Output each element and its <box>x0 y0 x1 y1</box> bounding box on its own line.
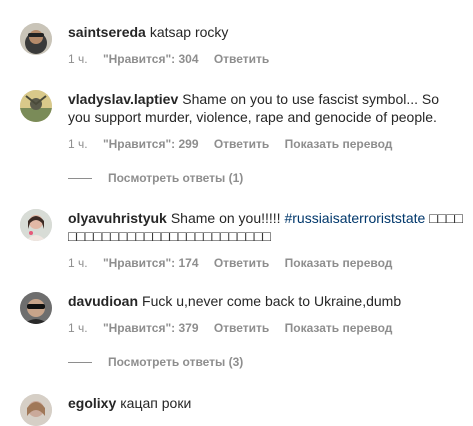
comment-text: davudioan Fuck u,never come back to Ukrai… <box>68 292 465 310</box>
replies-divider <box>68 361 92 363</box>
reply-button[interactable]: Ответить <box>214 321 269 335</box>
comment-username[interactable]: vladyslav.laptiev <box>68 91 178 107</box>
like-count[interactable]: "Нравится": 379 <box>103 321 199 335</box>
avatar[interactable] <box>20 209 52 241</box>
view-replies-label: Посмотреть ответы (1) <box>108 171 244 185</box>
view-replies-button[interactable]: Посмотреть ответы (1) <box>68 171 243 185</box>
avatar-image <box>20 90 52 122</box>
comment-body: egolixy кацап роки <box>68 394 465 412</box>
like-count[interactable]: "Нравится": 174 <box>103 256 199 270</box>
comment-time[interactable]: 1 ч. <box>68 137 88 151</box>
comment-time[interactable]: 1 ч. <box>68 52 88 66</box>
show-translation-button[interactable]: Показать перевод <box>285 321 393 335</box>
comment-content: Fuck u,never come back to Ukraine,dumb <box>142 293 402 309</box>
comment-meta: 1 ч. "Нравится": 174 Ответить Показать п… <box>68 255 465 271</box>
comment-text: egolixy кацап роки <box>68 394 465 412</box>
avatar-image <box>20 209 52 241</box>
comment-meta: 1 ч. "Нравится": 304 Ответить <box>68 51 465 67</box>
avatar[interactable] <box>20 23 52 55</box>
comment-time[interactable]: 1 ч. <box>68 256 88 270</box>
avatar-image <box>20 23 52 55</box>
comment-content: Shame on you!!!!! <box>170 210 281 226</box>
like-count[interactable]: "Нравится": 299 <box>103 137 199 151</box>
reply-button[interactable]: Ответить <box>214 52 269 66</box>
comment-username[interactable]: olyavuhristyuk <box>68 210 167 226</box>
comment-meta: 1 ч. "Нравится": 379 Ответить Показать п… <box>68 320 465 336</box>
comment-text: vladyslav.laptiev Shame on you to use fas… <box>68 90 465 126</box>
comment-text: saintsereda katsap rocky <box>68 23 465 41</box>
comment-content: katsap rocky <box>149 24 229 40</box>
comment-time[interactable]: 1 ч. <box>68 321 88 335</box>
avatar[interactable] <box>20 292 52 324</box>
avatar-image <box>20 394 52 426</box>
comment-username[interactable]: davudioan <box>68 293 138 309</box>
comment-body: davudioan Fuck u,never come back to Ukrai… <box>68 292 465 336</box>
comment-body: saintsereda katsap rocky 1 ч. "Нравится":… <box>68 23 465 67</box>
comment-username[interactable]: egolixy <box>68 395 116 411</box>
reply-button[interactable]: Ответить <box>214 137 269 151</box>
comment-body: vladyslav.laptiev Shame on you to use fas… <box>68 90 465 152</box>
hashtag-link[interactable]: #russiaisaterroriststate <box>284 210 425 226</box>
view-replies-button[interactable]: Посмотреть ответы (3) <box>68 355 243 369</box>
view-replies-label: Посмотреть ответы (3) <box>108 355 244 369</box>
reply-button[interactable]: Ответить <box>214 256 269 270</box>
avatar-image <box>20 292 52 324</box>
comment-body: olyavuhristyuk Shame on you!!!!! #russiai… <box>68 209 465 271</box>
like-count[interactable]: "Нравится": 304 <box>103 52 199 66</box>
comment-username[interactable]: saintsereda <box>68 24 146 40</box>
show-translation-button[interactable]: Показать перевод <box>285 256 393 270</box>
avatar[interactable] <box>20 90 52 122</box>
comment-meta: 1 ч. "Нравится": 299 Ответить Показать п… <box>68 136 465 152</box>
replies-divider <box>68 177 92 179</box>
comment-content: кацап роки <box>120 395 192 411</box>
avatar[interactable] <box>20 394 52 426</box>
comment-text: olyavuhristyuk Shame on you!!!!! #russiai… <box>68 209 465 245</box>
show-translation-button[interactable]: Показать перевод <box>285 137 393 151</box>
